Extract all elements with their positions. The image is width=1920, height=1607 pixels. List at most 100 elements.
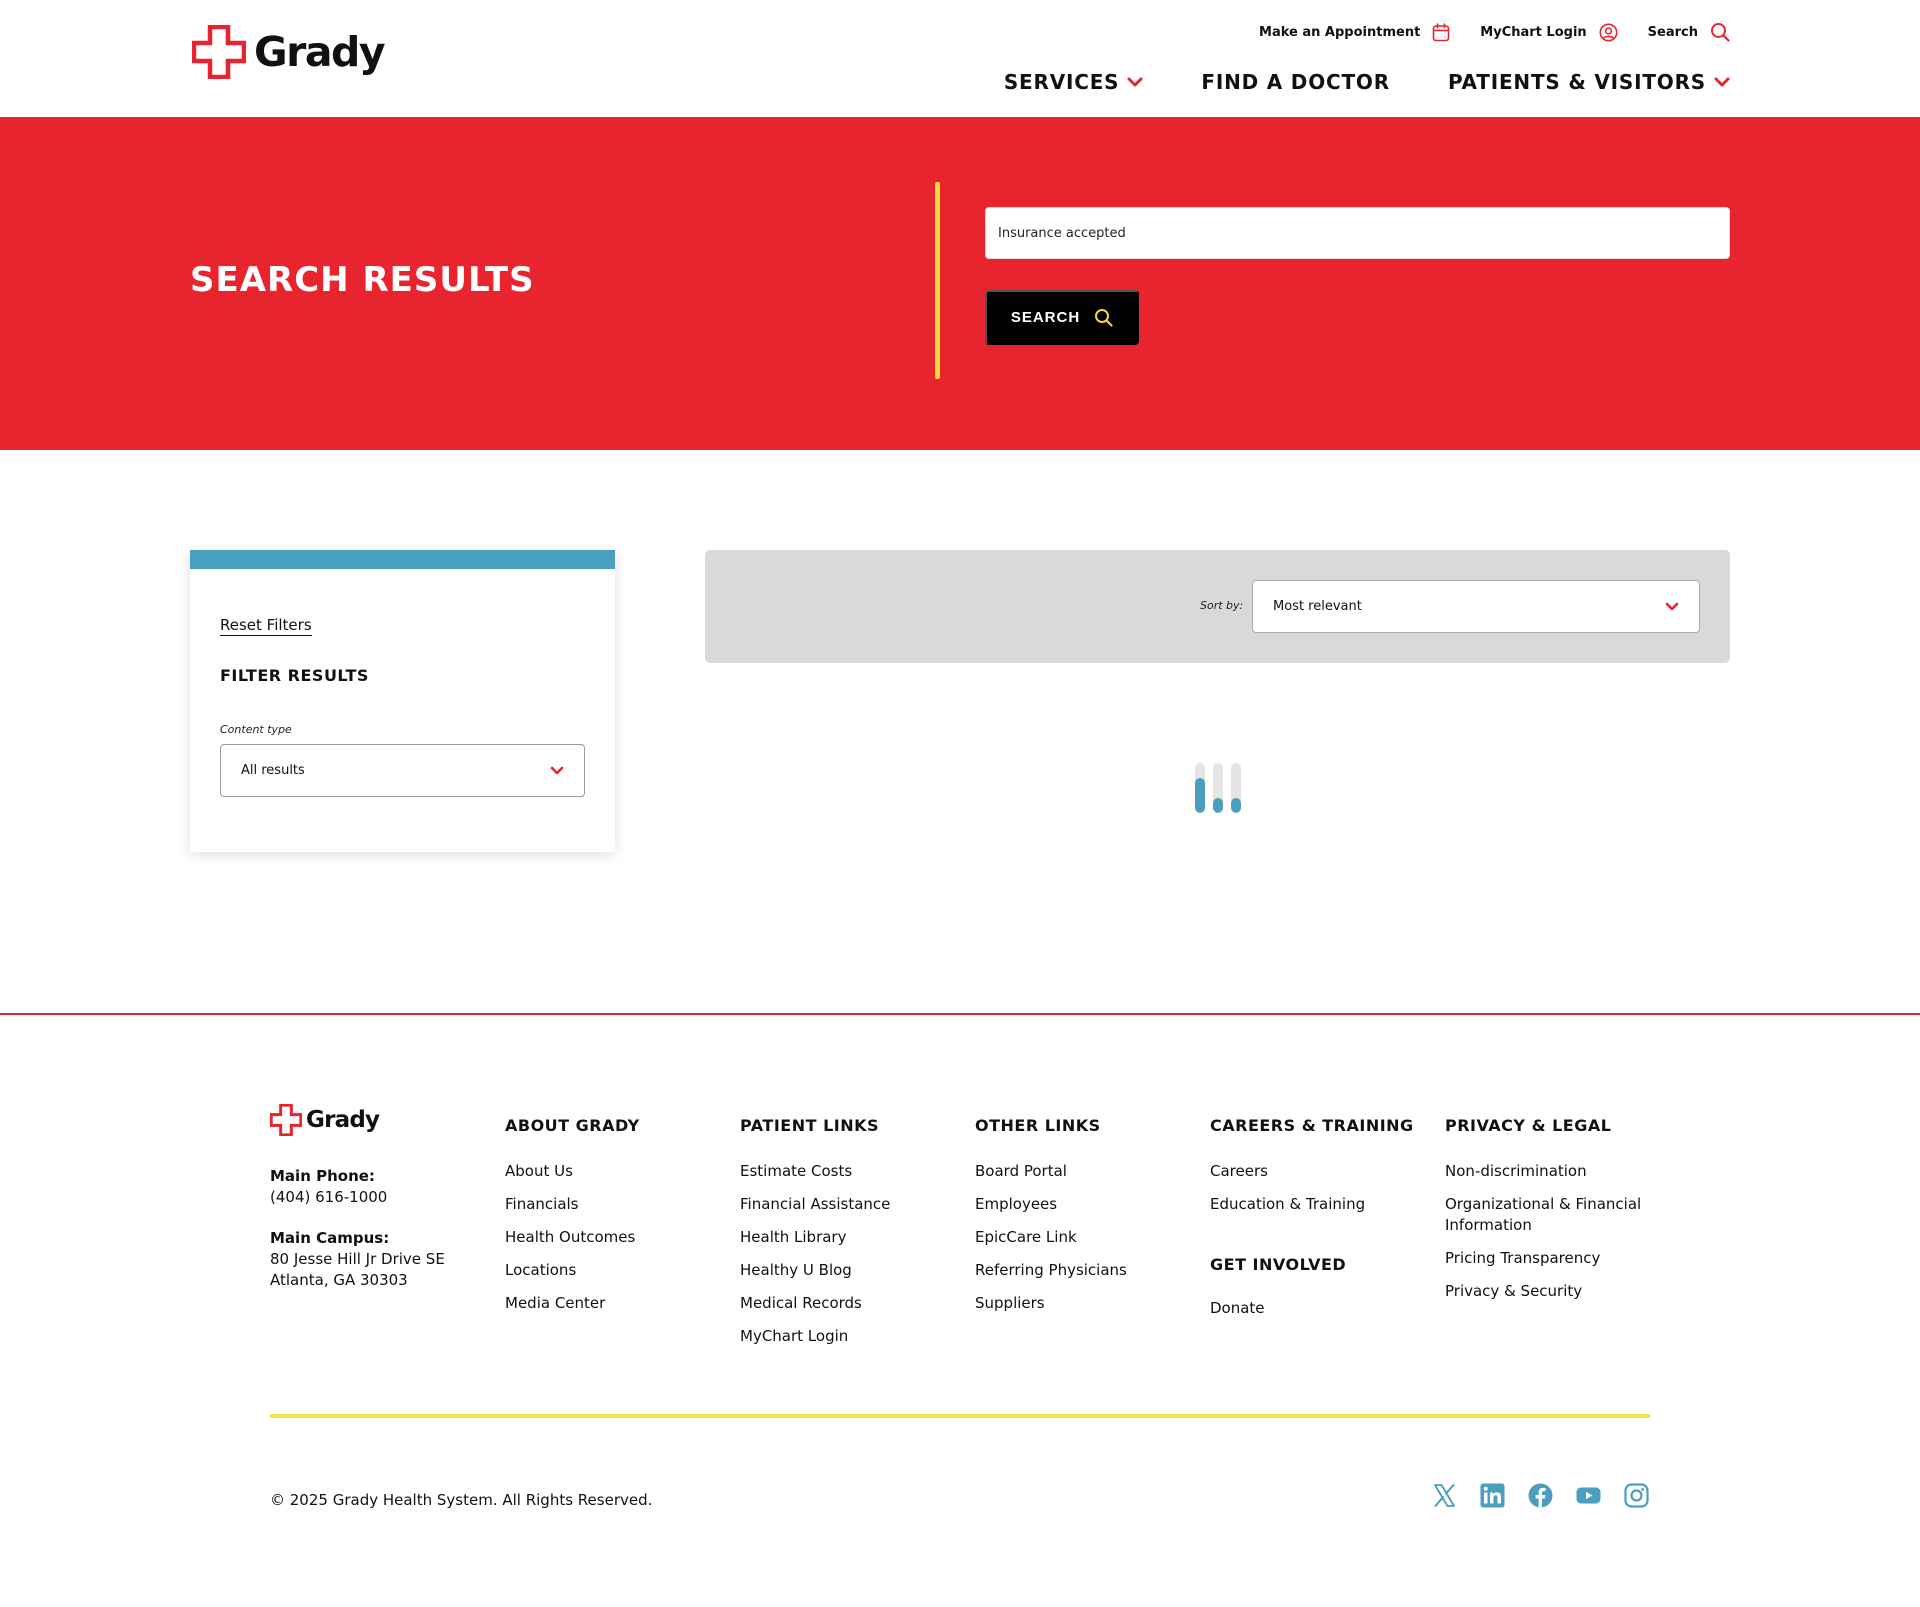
footer-link-healthy-u-blog[interactable]: Healthy U Blog — [740, 1261, 852, 1279]
footer-link-non-discrimination[interactable]: Non-discrimination — [1445, 1162, 1587, 1180]
footer-link-suppliers[interactable]: Suppliers — [975, 1294, 1045, 1312]
nav-services-label: SERVICES — [1003, 70, 1120, 94]
footer-col-about: ABOUT GRADY About Us Financials Health O… — [505, 1116, 705, 1326]
search-icon — [1711, 23, 1730, 42]
content-type-select[interactable]: All results — [220, 744, 585, 797]
loader-fill — [1231, 798, 1241, 813]
footer-top-rule — [0, 1013, 1920, 1015]
footer-link-medical-records[interactable]: Medical Records — [740, 1294, 862, 1312]
nav-patients-visitors[interactable]: PATIENTS & VISITORS — [1448, 70, 1730, 94]
main-campus-label: Main Campus: — [270, 1229, 390, 1247]
chevron-down-icon — [550, 766, 564, 775]
logo-text: Grady — [254, 27, 386, 76]
chevron-down-icon — [1127, 77, 1143, 87]
header-search-link[interactable]: Search — [1648, 22, 1730, 42]
grady-cross-icon — [270, 1104, 302, 1136]
footer-col-title: CAREERS & TRAINING — [1210, 1116, 1414, 1135]
grady-cross-icon — [192, 25, 246, 79]
loader-bar — [1195, 763, 1205, 813]
footer-link-mychart-login[interactable]: MyChart Login — [740, 1327, 848, 1345]
facebook-icon[interactable] — [1528, 1483, 1553, 1508]
footer-link-employees[interactable]: Employees — [975, 1195, 1057, 1213]
social-links — [1432, 1483, 1649, 1508]
footer-col-other: OTHER LINKS Board Portal Employees EpicC… — [975, 1116, 1175, 1326]
calendar-icon — [1432, 22, 1450, 41]
chevron-down-icon — [1714, 77, 1730, 87]
loading-spinner — [1195, 763, 1241, 813]
sort-select[interactable]: Most relevant — [1252, 580, 1700, 633]
content-type-label: Content type — [220, 723, 292, 736]
mychart-login-link[interactable]: MyChart Login — [1480, 23, 1618, 42]
main-phone-label: Main Phone: — [270, 1167, 375, 1185]
youtube-icon[interactable] — [1576, 1483, 1601, 1508]
search-button-label: SEARCH — [1010, 309, 1081, 326]
search-hero: SEARCH RESULTS SEARCH — [0, 117, 1920, 450]
footer-col-patient: PATIENT LINKS Estimate Costs Financial A… — [740, 1116, 940, 1359]
main-nav: SERVICES FIND A DOCTOR PATIENTS & VISITO… — [1004, 70, 1730, 94]
address-line-2: Atlanta, GA 30303 — [270, 1271, 408, 1289]
footer-link-board-portal[interactable]: Board Portal — [975, 1162, 1067, 1180]
grady-logo-link[interactable]: Grady — [192, 25, 386, 79]
utility-nav: Make an Appointment MyChart Login Search — [1259, 22, 1730, 42]
footer-link-health-outcomes[interactable]: Health Outcomes — [505, 1228, 635, 1246]
footer-col-title: OTHER LINKS — [975, 1116, 1101, 1135]
loader-fill — [1213, 798, 1223, 813]
footer-yellow-rule — [270, 1414, 1650, 1418]
content-type-value: All results — [241, 763, 305, 778]
loader-bar — [1231, 763, 1241, 813]
site-header: Grady Make an Appointment MyChart Login … — [0, 0, 1920, 117]
instagram-icon[interactable] — [1624, 1483, 1649, 1508]
make-appointment-label: Make an Appointment — [1259, 24, 1421, 40]
footer-link-estimate-costs[interactable]: Estimate Costs — [740, 1162, 852, 1180]
footer-link-privacy-security[interactable]: Privacy & Security — [1445, 1282, 1582, 1300]
footer-link-education-training[interactable]: Education & Training — [1210, 1195, 1365, 1213]
mychart-login-label: MyChart Login — [1480, 24, 1587, 40]
footer-link-epiccare-link[interactable]: EpicCare Link — [975, 1228, 1077, 1246]
footer-link-about-us[interactable]: About Us — [505, 1162, 573, 1180]
footer-contact: Main Phone: (404) 616-1000 Main Campus: … — [270, 1166, 445, 1291]
footer-link-pricing-transparency[interactable]: Pricing Transparency — [1445, 1249, 1600, 1267]
nav-services[interactable]: SERVICES — [1004, 70, 1144, 94]
footer-link-org-financial-info[interactable]: Organizational & Financial Information — [1445, 1195, 1641, 1234]
footer-link-health-library[interactable]: Health Library — [740, 1228, 846, 1246]
make-appointment-link[interactable]: Make an Appointment — [1259, 22, 1450, 42]
footer-link-referring-physicians[interactable]: Referring Physicians — [975, 1261, 1127, 1279]
loader-fill — [1195, 778, 1205, 813]
footer-col-title: PRIVACY & LEGAL — [1445, 1116, 1612, 1135]
footer-link-locations[interactable]: Locations — [505, 1261, 576, 1279]
sort-by-label: Sort by: — [1200, 599, 1244, 612]
linkedin-icon[interactable] — [1480, 1483, 1505, 1508]
sort-bar: Sort by: Most relevant — [705, 550, 1730, 663]
nav-patients-visitors-label: PATIENTS & VISITORS — [1447, 70, 1706, 94]
loader-bar — [1213, 763, 1223, 813]
footer-col-title-get-involved: GET INVOLVED — [1210, 1255, 1347, 1274]
page-title: SEARCH RESULTS — [190, 260, 535, 300]
footer-col-title: PATIENT LINKS — [740, 1116, 880, 1135]
user-circle-icon — [1599, 23, 1618, 41]
nav-find-a-doctor[interactable]: FIND A DOCTOR — [1201, 70, 1390, 94]
footer-logo-text: Grady — [306, 1107, 380, 1133]
search-button[interactable]: SEARCH — [985, 290, 1139, 345]
footer-link-careers[interactable]: Careers — [1210, 1162, 1268, 1180]
filter-results-heading: FILTER RESULTS — [220, 666, 369, 685]
search-icon — [1095, 309, 1113, 327]
main-phone-link[interactable]: (404) 616-1000 — [270, 1188, 387, 1206]
footer-link-financials[interactable]: Financials — [505, 1195, 579, 1213]
footer-link-media-center[interactable]: Media Center — [505, 1294, 605, 1312]
hero-divider — [935, 182, 940, 379]
filter-panel-accent-bar — [190, 550, 615, 569]
search-input[interactable] — [985, 207, 1730, 259]
filter-panel: Reset Filters FILTER RESULTS Content typ… — [190, 550, 615, 852]
footer-col-title: ABOUT GRADY — [505, 1116, 640, 1135]
sort-select-value: Most relevant — [1273, 599, 1362, 614]
footer-col-privacy: PRIVACY & LEGAL Non-discrimination Organ… — [1445, 1116, 1645, 1314]
copyright-text: © 2025 Grady Health System. All Rights R… — [270, 1491, 653, 1509]
footer-link-donate[interactable]: Donate — [1210, 1299, 1265, 1317]
nav-find-a-doctor-label: FIND A DOCTOR — [1201, 70, 1390, 94]
reset-filters-link[interactable]: Reset Filters — [220, 616, 312, 636]
footer-link-financial-assistance[interactable]: Financial Assistance — [740, 1195, 890, 1213]
footer-logo-link[interactable]: Grady — [270, 1104, 380, 1136]
address-line-1: 80 Jesse Hill Jr Drive SE — [270, 1250, 445, 1268]
header-search-label: Search — [1647, 24, 1698, 40]
x-icon[interactable] — [1432, 1483, 1457, 1508]
